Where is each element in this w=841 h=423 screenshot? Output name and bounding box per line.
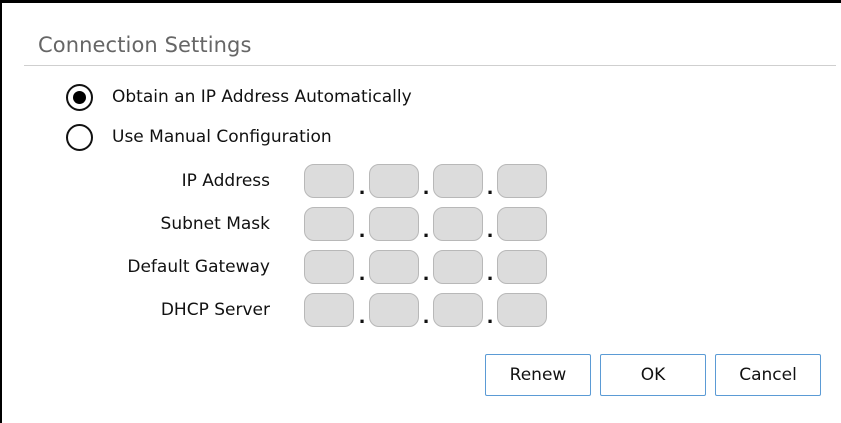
ip-address-label: IP Address <box>181 171 270 191</box>
default-gateway-octet-2[interactable] <box>369 250 419 284</box>
ip-address-octet-4[interactable] <box>497 164 547 198</box>
dhcp-server-octet-2[interactable] <box>369 293 419 327</box>
dhcp-server-label: DHCP Server <box>160 300 270 320</box>
octet-separator: . <box>422 307 430 328</box>
default-gateway-octet-1[interactable] <box>304 250 354 284</box>
default-gateway-octet-3[interactable] <box>433 250 483 284</box>
octet-separator: . <box>358 307 366 328</box>
octet-separator: . <box>486 307 494 328</box>
octet-separator: . <box>358 264 366 285</box>
dhcp-server-octet-3[interactable] <box>433 293 483 327</box>
subnet-mask-octet-2[interactable] <box>369 207 419 241</box>
radio-label-automatic: Obtain an IP Address Automatically <box>112 87 412 107</box>
octet-separator: . <box>486 178 494 199</box>
renew-button[interactable]: Renew <box>485 354 591 396</box>
connection-settings-dialog: Connection Settings Obtain an IP Address… <box>0 0 841 423</box>
title-divider <box>24 65 836 66</box>
default-gateway-octet-4[interactable] <box>497 250 547 284</box>
ip-address-octet-3[interactable] <box>433 164 483 198</box>
radio-selected-dot <box>73 90 86 104</box>
dialog-title: Connection Settings <box>38 33 252 57</box>
cancel-button[interactable]: Cancel <box>715 354 821 396</box>
subnet-mask-octet-3[interactable] <box>433 207 483 241</box>
subnet-mask-octet-4[interactable] <box>497 207 547 241</box>
octet-separator: . <box>358 178 366 199</box>
radio-label-manual: Use Manual Configuration <box>112 127 332 147</box>
dhcp-server-octet-4[interactable] <box>497 293 547 327</box>
subnet-mask-octet-1[interactable] <box>304 207 354 241</box>
radio-option-automatic[interactable]: Obtain an IP Address Automatically <box>66 82 412 112</box>
octet-separator: . <box>422 264 430 285</box>
radio-button-manual[interactable] <box>66 123 93 151</box>
ok-button[interactable]: OK <box>600 354 706 396</box>
ip-address-octet-2[interactable] <box>369 164 419 198</box>
ip-address-octet-1[interactable] <box>304 164 354 198</box>
octet-separator: . <box>422 221 430 242</box>
subnet-mask-label: Subnet Mask <box>160 214 270 234</box>
dhcp-server-octet-1[interactable] <box>304 293 354 327</box>
radio-button-automatic[interactable] <box>66 83 93 111</box>
default-gateway-label: Default Gateway <box>127 257 270 277</box>
octet-separator: . <box>358 221 366 242</box>
octet-separator: . <box>422 178 430 199</box>
radio-option-manual[interactable]: Use Manual Configuration <box>66 122 332 152</box>
octet-separator: . <box>486 264 494 285</box>
octet-separator: . <box>486 221 494 242</box>
